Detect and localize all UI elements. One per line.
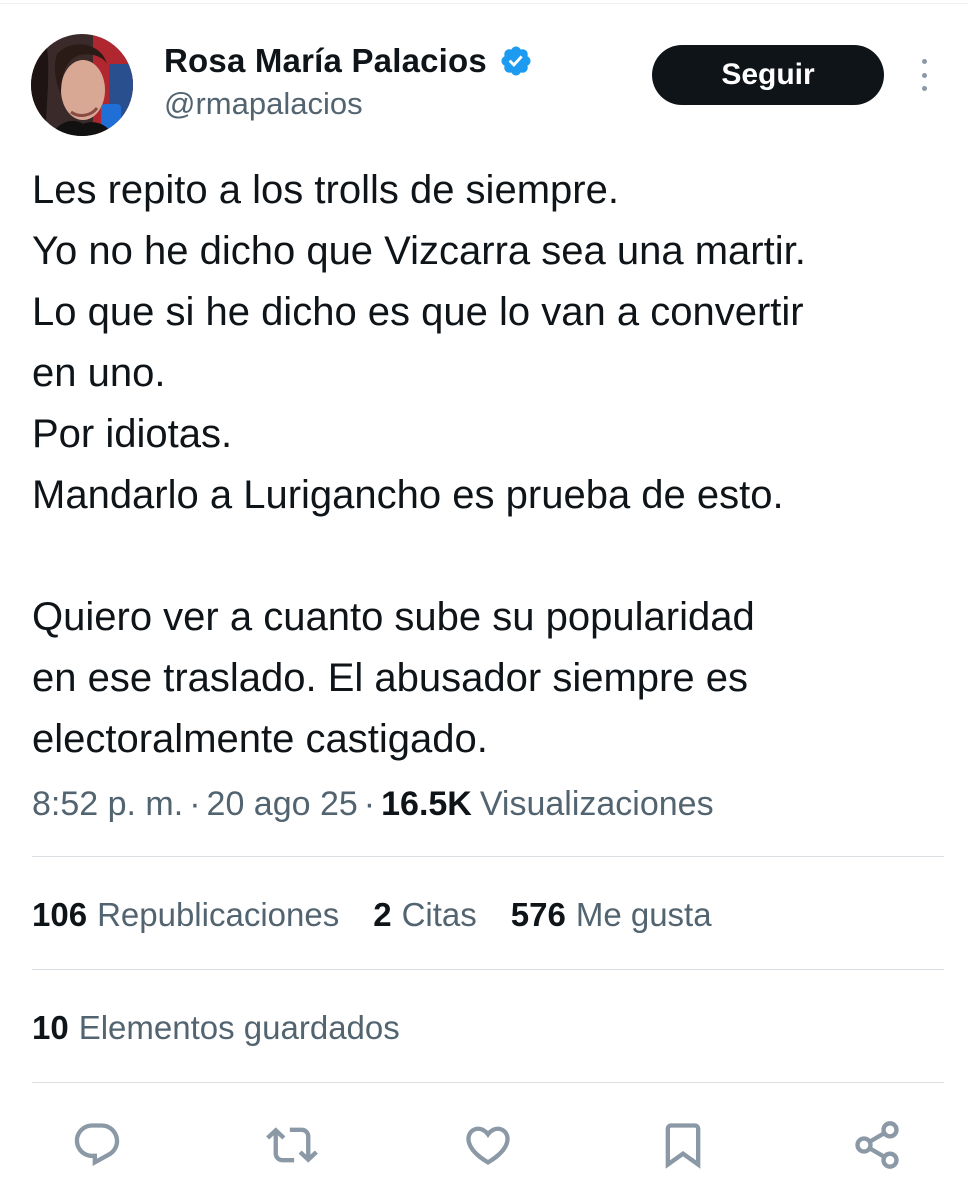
likes-label: Me gusta [575,896,712,933]
avatar[interactable] [31,34,133,136]
divider [32,969,944,970]
quotes-label: Citas [401,896,477,933]
likes-stat[interactable]: 576 Me gusta [511,896,712,934]
share-button[interactable] [847,1115,907,1175]
tweet-line: Yo no he dicho que Vizcarra sea una mart… [32,229,806,273]
tweet-line: Mandarlo a Lurigancho es prueba de esto. [32,473,784,517]
bookmarks-label: Elementos guardados [78,1009,400,1046]
quotes-count: 2 [373,896,392,933]
reposts-count: 106 [32,896,88,933]
tweet-paragraph-gap [32,526,952,587]
tweet-line: Por idiotas. [32,412,233,456]
bookmark-button[interactable] [653,1115,713,1175]
meta-separator: · [363,784,376,823]
tweet-header: Rosa María Palacios @rmapalacios Seguir [0,0,968,150]
divider [32,1082,944,1083]
likes-count: 576 [510,896,566,933]
tweet-line: Quiero ver a cuanto sube su popularidad [32,595,755,639]
tweet-line: Lo que si he dicho es que lo van a conve… [32,290,804,334]
follow-button[interactable]: Seguir [652,45,884,105]
views-label: Visualizaciones [479,784,714,823]
engagement-stats: 106 Republicaciones 2 Citas 576 Me gusta [32,893,712,937]
bookmark-icon [665,1123,701,1169]
reply-button[interactable] [67,1115,127,1175]
reposts-stat[interactable]: 106 Republicaciones [32,896,339,934]
tweet-line: en ese traslado. El abusador siempre es [32,656,748,700]
share-icon [855,1121,899,1169]
retweet-button[interactable] [262,1115,322,1175]
tweet-meta: 8:52 p. m. · 20 ago 25 · 16.5K Visualiza… [32,782,714,826]
reposts-label: Republicaciones [97,896,340,933]
tweet-line: Les repito a los trolls de siempre. [32,168,619,212]
meta-separator: · [189,784,201,823]
like-button[interactable] [458,1115,518,1175]
author-display-name[interactable]: Rosa María Palacios [164,42,487,80]
avatar-photo [31,34,133,136]
bookmarks-stat[interactable]: 10 Elementos guardados [32,1006,400,1050]
retweet-icon [266,1127,318,1163]
more-vertical-icon[interactable] [908,55,940,95]
tweet-line: electoralmente castigado. [32,717,488,761]
author-name-row: Rosa María Palacios [164,40,533,82]
views-count: 16.5K [381,784,472,823]
quotes-stat[interactable]: 2 Citas [373,896,477,934]
tweet-actions [0,1115,968,1175]
tweet-line: en uno. [32,351,166,395]
heart-icon [466,1126,510,1165]
divider [32,856,944,857]
verified-badge-icon [501,46,531,76]
tweet-time[interactable]: 8:52 p. m. [32,785,183,824]
author-handle[interactable]: @rmapalacios [164,86,363,122]
reply-icon [74,1123,120,1167]
bookmarks-count: 10 [32,1009,69,1046]
tweet-text: Les repito a los trolls de siempre. Yo n… [32,160,952,770]
tweet-date[interactable]: 20 ago 25 [207,785,358,824]
